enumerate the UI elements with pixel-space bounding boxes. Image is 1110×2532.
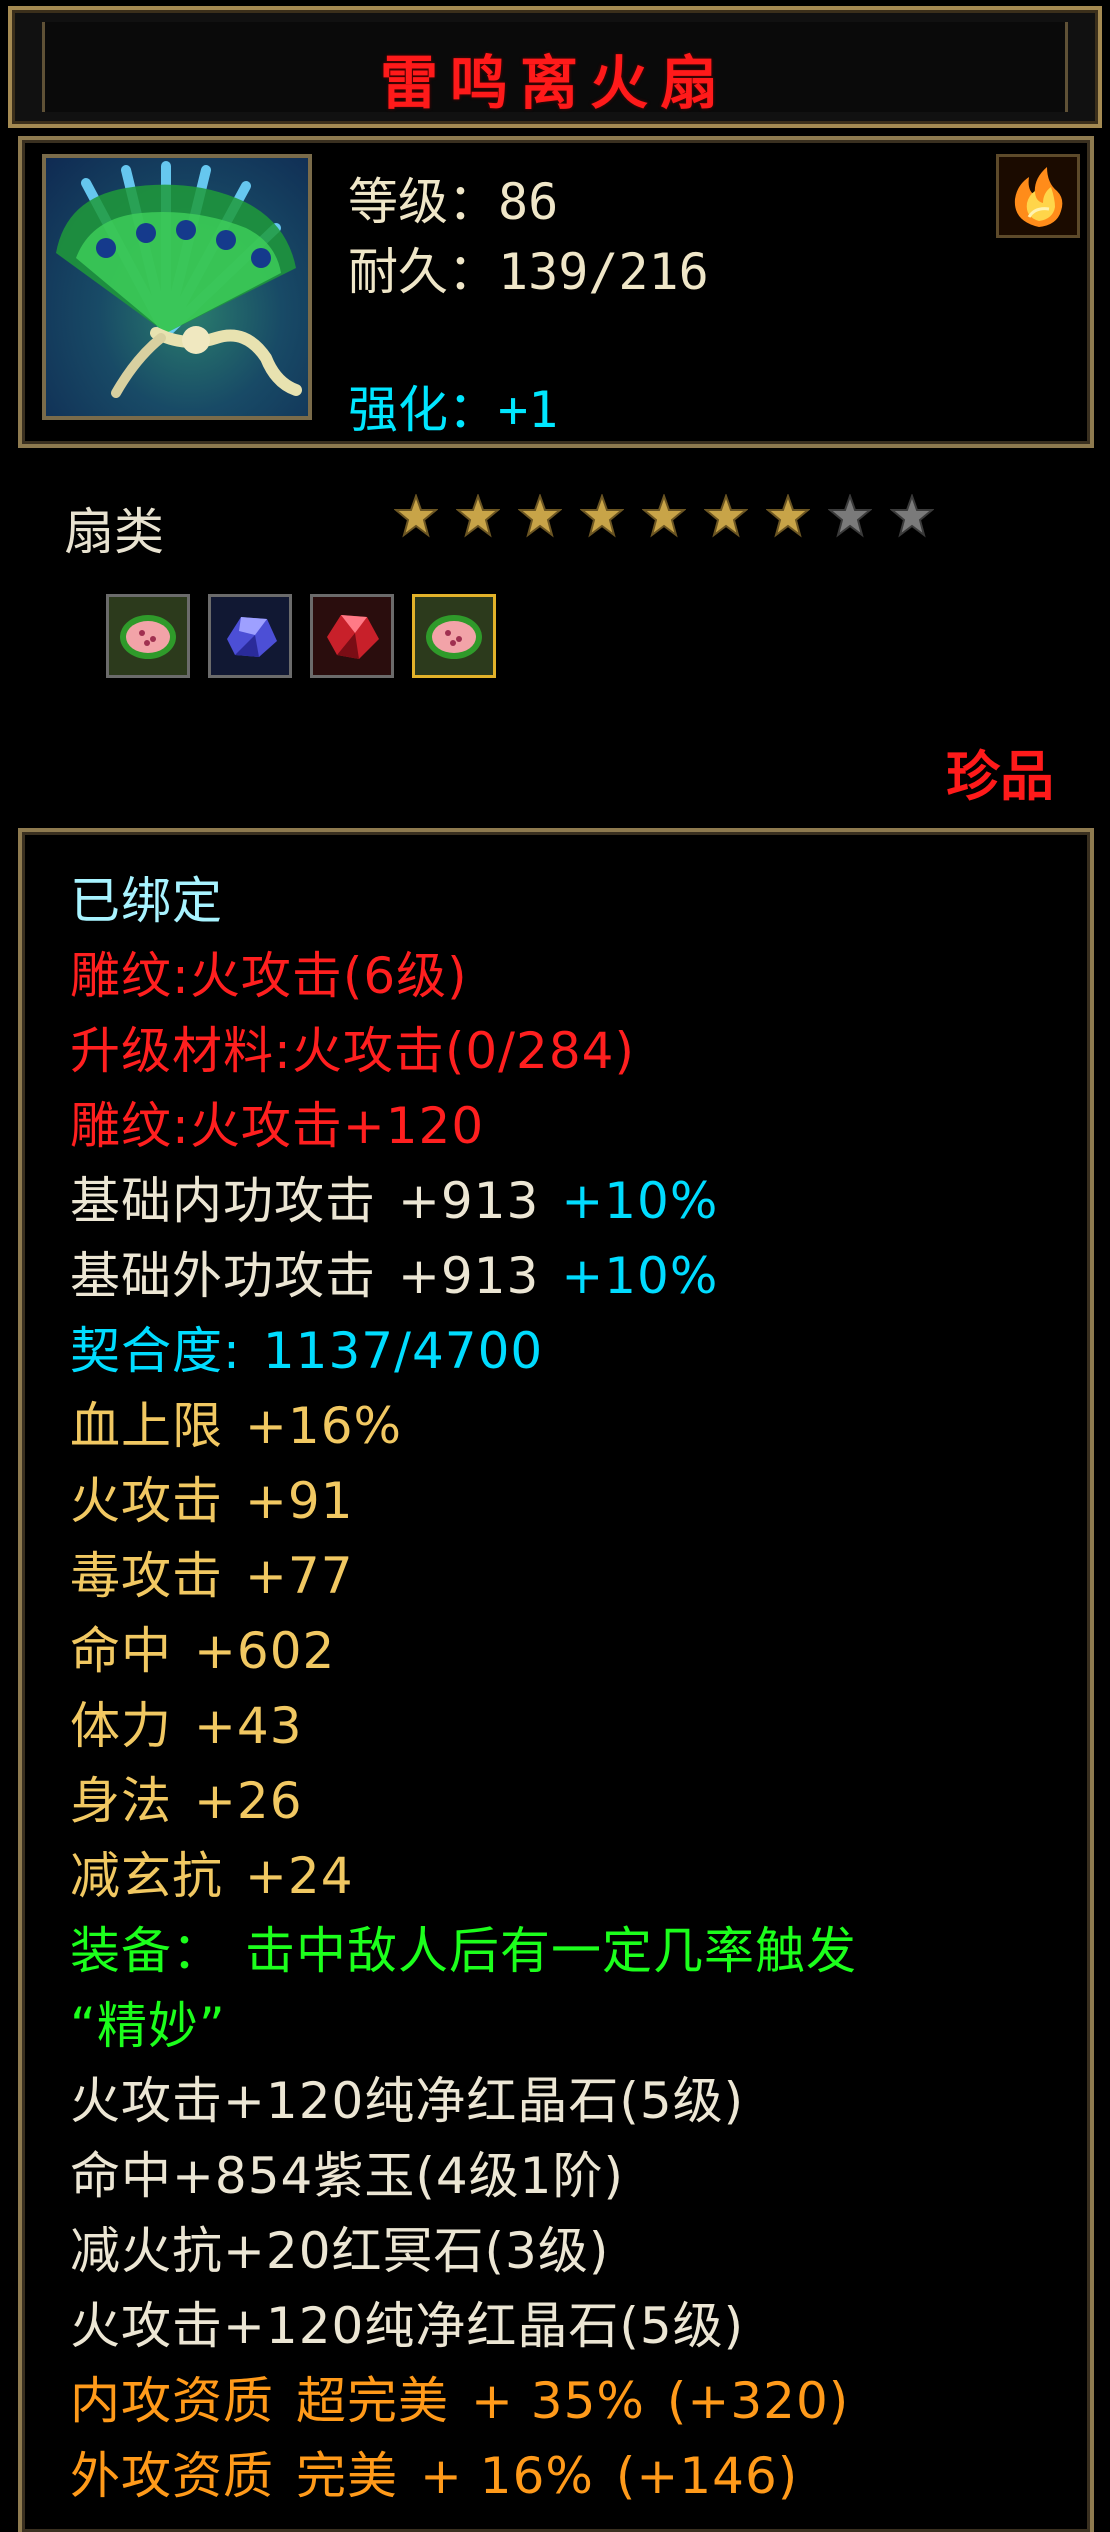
equip-effect-label: 装备： — [70, 1922, 223, 1980]
hp-limit-label: 血上限 — [70, 1397, 223, 1455]
outer-quality-percent: + 16% — [420, 2447, 594, 2505]
outer-quality-label: 外攻资质 — [70, 2447, 274, 2505]
attribute-list: 已绑定 雕纹:火攻击(6级) 升级材料:火攻击(0/284) 雕纹:火攻击+12… — [70, 864, 1070, 2514]
inner-attack-row: 基础内功攻击 +913 +10% — [70, 1164, 1070, 1239]
gem-bonus-4: 火攻击+120纯净红晶石(5级) — [70, 2297, 745, 2355]
upgrade-material: 升级材料:火攻击(0/284) — [70, 1022, 635, 1080]
inner-attack-value: +913 — [398, 1172, 540, 1230]
hit-row: 命中 +602 — [70, 1614, 1070, 1689]
agility-row: 身法 +26 — [70, 1764, 1070, 1839]
equip-effect-row: 装备： 击中敌人后有一定几率触发 — [70, 1914, 1070, 1989]
fire-attack-label: 火攻击 — [70, 1472, 223, 1530]
feathered-fan-icon[interactable] — [42, 154, 312, 420]
item-level: 等级：86 — [348, 173, 559, 231]
hp-limit-row: 血上限 +16% — [70, 1389, 1070, 1464]
star-filled-icon — [580, 494, 624, 538]
engrave-level: 雕纹:火攻击(6级) — [70, 947, 468, 1005]
item-category: 扇类 — [64, 503, 164, 561]
attribute-panel: 已绑定 雕纹:火攻击(6级) 升级材料:火攻击(0/284) 雕纹:火攻击+12… — [18, 828, 1094, 2532]
star-filled-icon — [394, 494, 438, 538]
hp-limit-value: +16% — [245, 1397, 403, 1455]
stamina-label: 体力 — [70, 1697, 172, 1755]
star-filled-icon — [766, 494, 810, 538]
equip-effect-name: “精妙” — [70, 1997, 226, 2055]
red-ruby-icon — [313, 597, 391, 675]
gem-bonus-3: 减火抗+20红冥石(3级) — [70, 2222, 610, 2280]
affinity-row: 契合度: 1137/4700 — [70, 1314, 1070, 1389]
hit-label: 命中 — [70, 1622, 172, 1680]
inner-quality-value: (+320) — [666, 2372, 850, 2430]
reduce-mystic-res-value: +24 — [245, 1847, 354, 1905]
outer-quality-row: 外攻资质 完美 + 16% (+146) — [70, 2439, 1070, 2514]
outer-quality-grade: 完美 — [296, 2447, 398, 2505]
star-filled-icon — [456, 494, 500, 538]
star-empty-icon — [890, 494, 934, 538]
outer-attack-label: 基础外功攻击 — [70, 1247, 376, 1305]
item-enhance: 强化：+1 — [348, 381, 559, 439]
star-rating — [394, 494, 934, 538]
engrave-bonus: 雕纹:火攻击+120 — [70, 1097, 485, 1155]
star-filled-icon — [642, 494, 686, 538]
poison-attack-row: 毒攻击 +77 — [70, 1539, 1070, 1614]
bound-status: 已绑定 — [70, 872, 223, 930]
outer-attack-row: 基础外功攻击 +913 +10% — [70, 1239, 1070, 1314]
inner-quality-row: 内攻资质 超完美 + 35% (+320) — [70, 2364, 1070, 2439]
affinity-value: 1137/4700 — [262, 1322, 544, 1380]
star-filled-icon — [704, 494, 748, 538]
blue-crystal-icon — [211, 597, 289, 675]
gem-bonus-2: 命中+854紫玉(4级1阶) — [70, 2147, 624, 2205]
fire-attack-row: 火攻击 +91 — [70, 1464, 1070, 1539]
item-info-panel: 等级：86 耐久：139/216 强化：+1 — [18, 136, 1094, 448]
outer-attack-value: +913 — [398, 1247, 540, 1305]
fire-attack-value: +91 — [245, 1472, 354, 1530]
inner-attack-label: 基础内功攻击 — [70, 1172, 376, 1230]
star-empty-icon — [828, 494, 872, 538]
gem-slot-3[interactable] — [310, 594, 394, 678]
watermelon-gem-icon — [109, 597, 187, 675]
hit-value: +602 — [194, 1622, 336, 1680]
reduce-mystic-res-label: 减玄抗 — [70, 1847, 223, 1905]
agility-label: 身法 — [70, 1772, 172, 1830]
inner-attack-bonus: +10% — [561, 1172, 719, 1230]
fire-element-icon — [996, 154, 1080, 238]
equip-effect-text: 击中敌人后有一定几率触发 — [245, 1922, 857, 1980]
gem-bonus-1: 火攻击+120纯净红晶石(5级) — [70, 2072, 745, 2130]
gem-slot-2[interactable] — [208, 594, 292, 678]
outer-attack-bonus: +10% — [561, 1247, 719, 1305]
item-rarity: 珍品 — [946, 745, 1054, 808]
item-name: 雷鸣离火扇 — [379, 49, 730, 117]
poison-attack-label: 毒攻击 — [70, 1547, 223, 1605]
stamina-value: +43 — [194, 1697, 303, 1755]
poison-attack-value: +77 — [245, 1547, 354, 1605]
watermelon-gem-icon — [415, 597, 493, 675]
title-inner-panel: 雷鸣离火扇 — [42, 22, 1068, 117]
gem-slot-4[interactable] — [412, 594, 496, 678]
gem-socket-row — [106, 594, 496, 678]
reduce-mystic-res-row: 减玄抗 +24 — [70, 1839, 1070, 1914]
inner-quality-label: 内攻资质 — [70, 2372, 274, 2430]
inner-quality-grade: 超完美 — [296, 2372, 449, 2430]
gem-slot-1[interactable] — [106, 594, 190, 678]
stamina-row: 体力 +43 — [70, 1689, 1070, 1764]
star-filled-icon — [518, 494, 562, 538]
item-title-bar: 雷鸣离火扇 — [8, 6, 1102, 128]
inner-quality-percent: + 35% — [471, 2372, 645, 2430]
agility-value: +26 — [194, 1772, 303, 1830]
affinity-label: 契合度: — [70, 1322, 241, 1380]
outer-quality-value: (+146) — [615, 2447, 799, 2505]
item-durability: 耐久：139/216 — [348, 243, 709, 301]
